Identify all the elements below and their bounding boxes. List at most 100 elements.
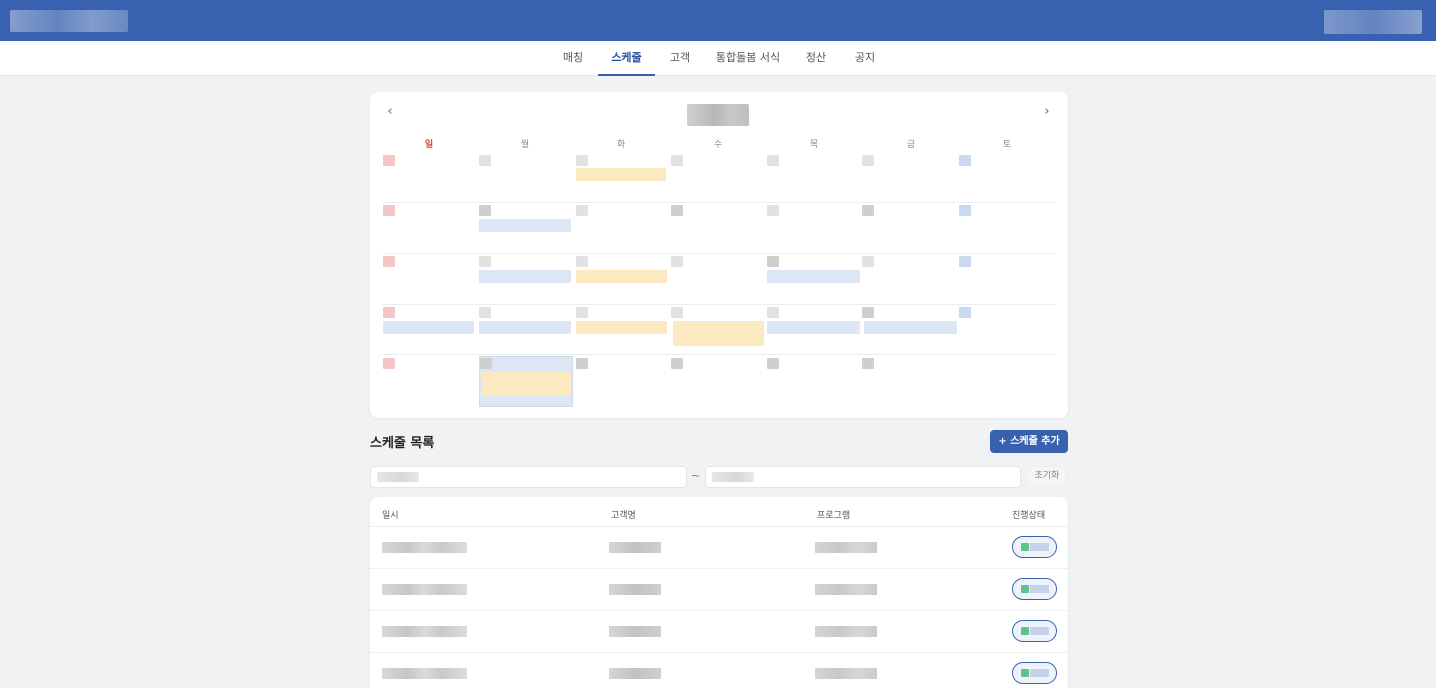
day-cell[interactable]: [383, 205, 395, 216]
day-cell[interactable]: [479, 205, 491, 216]
day-cell[interactable]: [383, 307, 395, 318]
calendar-event[interactable]: [481, 372, 571, 385]
day-cell[interactable]: [862, 155, 874, 166]
datetime-cell-redacted: [382, 626, 467, 637]
column-header-customer[interactable]: 고객명: [611, 508, 636, 521]
day-cell[interactable]: [383, 358, 395, 369]
user-menu-redacted[interactable]: [1324, 10, 1422, 34]
day-cell[interactable]: [959, 307, 971, 318]
day-cell[interactable]: [576, 155, 588, 166]
calendar-event[interactable]: [767, 270, 860, 283]
day-cell[interactable]: [479, 256, 491, 267]
customer-cell-redacted: [609, 542, 661, 553]
status-text-redacted: [1030, 627, 1049, 635]
day-cell[interactable]: [767, 205, 779, 216]
day-cell[interactable]: [480, 358, 492, 369]
day-cell[interactable]: [383, 155, 395, 166]
day-cell[interactable]: [576, 205, 588, 216]
reset-filter-button[interactable]: 초기화: [1027, 466, 1067, 487]
day-cell[interactable]: [383, 256, 395, 267]
day-cell[interactable]: [576, 256, 588, 267]
weekday-sun: 일: [424, 140, 434, 150]
tab-notice[interactable]: 공지: [845, 41, 885, 76]
status-text-redacted: [1030, 585, 1049, 593]
weekday-mon: 월: [520, 140, 530, 150]
day-cell[interactable]: [576, 358, 588, 369]
program-cell-redacted: [815, 584, 877, 595]
status-badge[interactable]: [1012, 620, 1057, 642]
tab-integrated-care-forms[interactable]: 통합돌봄 서식: [708, 41, 788, 76]
calendar-event[interactable]: [479, 270, 571, 283]
calendar-event[interactable]: [673, 321, 764, 346]
calendar: ‹ › 일 월 화 수 목 금 토: [370, 92, 1068, 418]
status-badge[interactable]: [1012, 662, 1057, 684]
date-range-separator: ~: [691, 469, 701, 482]
chevron-left-icon[interactable]: ‹: [383, 104, 397, 119]
day-cell[interactable]: [862, 307, 874, 318]
datetime-cell-redacted: [382, 668, 467, 679]
day-cell[interactable]: [862, 256, 874, 267]
calendar-event[interactable]: [383, 321, 474, 334]
calendar-event[interactable]: [481, 385, 571, 396]
table-row[interactable]: [370, 527, 1068, 569]
tab-schedule[interactable]: 스케줄: [598, 41, 655, 76]
day-cell[interactable]: [671, 358, 683, 369]
top-header: [0, 0, 1436, 41]
day-cell[interactable]: [576, 307, 588, 318]
end-date-value-redacted: [712, 472, 754, 482]
customer-cell-redacted: [609, 584, 661, 595]
day-cell[interactable]: [671, 155, 683, 166]
day-cell[interactable]: [767, 256, 779, 267]
status-text-redacted: [1030, 543, 1049, 551]
column-header-status[interactable]: 진행상태: [1012, 508, 1045, 521]
day-cell[interactable]: [479, 307, 491, 318]
table-row[interactable]: [370, 611, 1068, 653]
weekday-wed: 수: [713, 140, 723, 150]
program-cell-redacted: [815, 542, 877, 553]
week-divider: [382, 253, 1056, 254]
column-header-program[interactable]: 프로그램: [817, 508, 850, 521]
day-cell[interactable]: [959, 205, 971, 216]
status-badge[interactable]: [1012, 578, 1057, 600]
program-cell-redacted: [815, 668, 877, 679]
customer-cell-redacted: [609, 668, 661, 679]
day-cell[interactable]: [862, 205, 874, 216]
day-cell[interactable]: [767, 155, 779, 166]
status-dot-icon: [1021, 669, 1029, 677]
logo-redacted[interactable]: [10, 10, 128, 32]
day-cell[interactable]: [671, 205, 683, 216]
day-cell[interactable]: [671, 307, 683, 318]
calendar-event[interactable]: [576, 168, 666, 181]
tab-settlement[interactable]: 정산: [796, 41, 836, 76]
status-badge[interactable]: [1012, 536, 1057, 558]
status-text-redacted: [1030, 669, 1049, 677]
schedule-table: 일시 고객명 프로그램 진행상태: [370, 497, 1068, 688]
day-cell[interactable]: [767, 358, 779, 369]
calendar-event[interactable]: [767, 321, 860, 334]
month-title-redacted: [687, 104, 749, 126]
status-dot-icon: [1021, 585, 1029, 593]
tab-customer[interactable]: 고객: [660, 41, 700, 76]
chevron-right-icon[interactable]: ›: [1040, 104, 1054, 119]
day-cell[interactable]: [479, 155, 491, 166]
add-schedule-button[interactable]: + 스케줄 추가: [990, 430, 1068, 453]
schedule-list-title: 스케줄 목록: [370, 436, 435, 451]
weekday-fri: 금: [906, 140, 916, 150]
day-cell[interactable]: [959, 256, 971, 267]
day-cell[interactable]: [671, 256, 683, 267]
day-cell[interactable]: [862, 358, 874, 369]
calendar-event[interactable]: [576, 270, 667, 283]
calendar-event[interactable]: [864, 321, 957, 334]
table-row[interactable]: [370, 653, 1068, 688]
datetime-cell-redacted: [382, 542, 467, 553]
tab-matching[interactable]: 매칭: [553, 41, 593, 76]
status-dot-icon: [1021, 543, 1029, 551]
day-cell[interactable]: [959, 155, 971, 166]
table-row[interactable]: [370, 569, 1068, 611]
datetime-cell-redacted: [382, 584, 467, 595]
calendar-event[interactable]: [576, 321, 667, 334]
column-header-datetime[interactable]: 일시: [382, 508, 399, 521]
day-cell[interactable]: [767, 307, 779, 318]
calendar-event[interactable]: [479, 321, 571, 334]
calendar-event[interactable]: [479, 219, 571, 232]
